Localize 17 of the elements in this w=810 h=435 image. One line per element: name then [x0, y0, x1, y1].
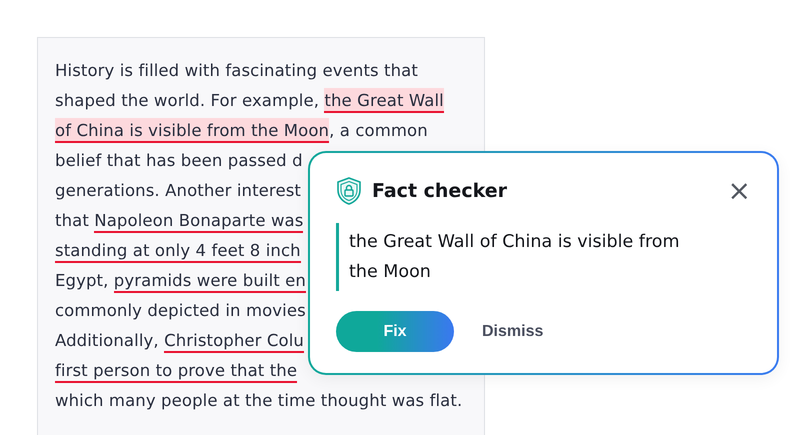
popup-title: Fact checker: [372, 180, 508, 202]
dismiss-button[interactable]: Dismiss: [482, 322, 544, 340]
text-line: History is filled with fascinating events that: [55, 60, 418, 82]
text-line: shaped the world. For example, the Great Wall: [55, 86, 444, 116]
text-line: generations. Another interest: [55, 180, 301, 202]
shield-lock-icon: [336, 177, 362, 205]
text-line: that Napoleon Bonaparte was: [55, 206, 304, 236]
text-line: standing at only 4 feet 8 inch: [55, 236, 301, 266]
text-line: of China is visible from the Moon, a common: [55, 116, 428, 146]
text-line: commonly depicted in movies: [55, 300, 306, 322]
text-line: first person to prove that the: [55, 356, 298, 386]
text-line: Egypt, pyramids were built en: [55, 266, 306, 296]
close-button[interactable]: ×: [728, 179, 751, 203]
text-line: which many people at the time thought was flat.: [55, 390, 462, 412]
quoted-claim: the Great Wall of China is visible from the Moon: [336, 223, 689, 291]
text-line: belief that has been passed d: [55, 150, 303, 172]
text-line: Additionally, Christopher Colu: [55, 326, 304, 356]
